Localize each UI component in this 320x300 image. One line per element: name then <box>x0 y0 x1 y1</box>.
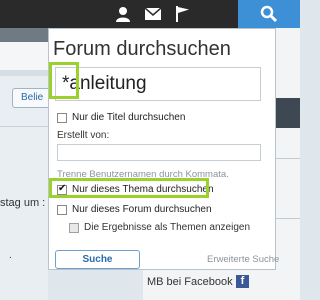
search-icon <box>260 5 278 23</box>
popup-title: Forum durchsuchen <box>53 38 231 60</box>
facebook-icon[interactable]: f <box>236 275 249 288</box>
top-bar <box>0 0 300 28</box>
flag-icon <box>176 6 189 22</box>
user-menu-button[interactable] <box>108 0 138 28</box>
divider <box>0 126 48 127</box>
this-forum-option[interactable]: Nur dieses Forum durchsuchen <box>57 204 212 215</box>
notifications-button[interactable] <box>168 0 198 28</box>
author-input[interactable] <box>57 144 261 161</box>
highlight-box <box>49 178 209 198</box>
user-icon <box>116 7 130 22</box>
facebook-link[interactable]: MB bei Facebook <box>147 276 233 288</box>
search-toggle-button[interactable] <box>238 0 300 28</box>
background-text: . <box>9 250 12 261</box>
author-label: Erstellt von: <box>57 130 110 141</box>
messages-button[interactable] <box>138 0 168 28</box>
search-button[interactable]: Suche <box>55 250 140 269</box>
sidebar-header <box>276 98 300 128</box>
divider <box>0 70 48 76</box>
header-strip <box>0 42 48 70</box>
mail-icon <box>145 8 161 20</box>
search-popup: Forum durchsuchen *anleitung Nur die Tit… <box>48 28 279 270</box>
background-text: stag um : <box>0 197 46 209</box>
show-as-threads-option[interactable]: Die Ergebnisse als Themen anzeigen <box>69 222 250 233</box>
highlight-box <box>49 62 79 99</box>
divider <box>276 218 300 219</box>
this-forum-checkbox[interactable] <box>57 204 67 215</box>
nav-strip <box>0 28 48 42</box>
search-input[interactable]: *anleitung <box>55 67 261 101</box>
show-as-threads-checkbox[interactable] <box>69 222 79 233</box>
divider <box>276 158 300 159</box>
show-as-threads-label: Die Ergebnisse als Themen anzeigen <box>84 222 251 233</box>
page-content-right <box>276 28 300 300</box>
titles-only-label: Nur die Titel durchsuchen <box>72 112 186 123</box>
background-button[interactable]: Belie <box>12 88 52 108</box>
titles-only-option[interactable]: Nur die Titel durchsuchen <box>57 112 185 123</box>
advanced-search-link[interactable]: Erweiterte Suche <box>207 254 279 265</box>
this-forum-label: Nur dieses Forum durchsuchen <box>72 204 212 215</box>
titles-only-checkbox[interactable] <box>57 112 67 123</box>
